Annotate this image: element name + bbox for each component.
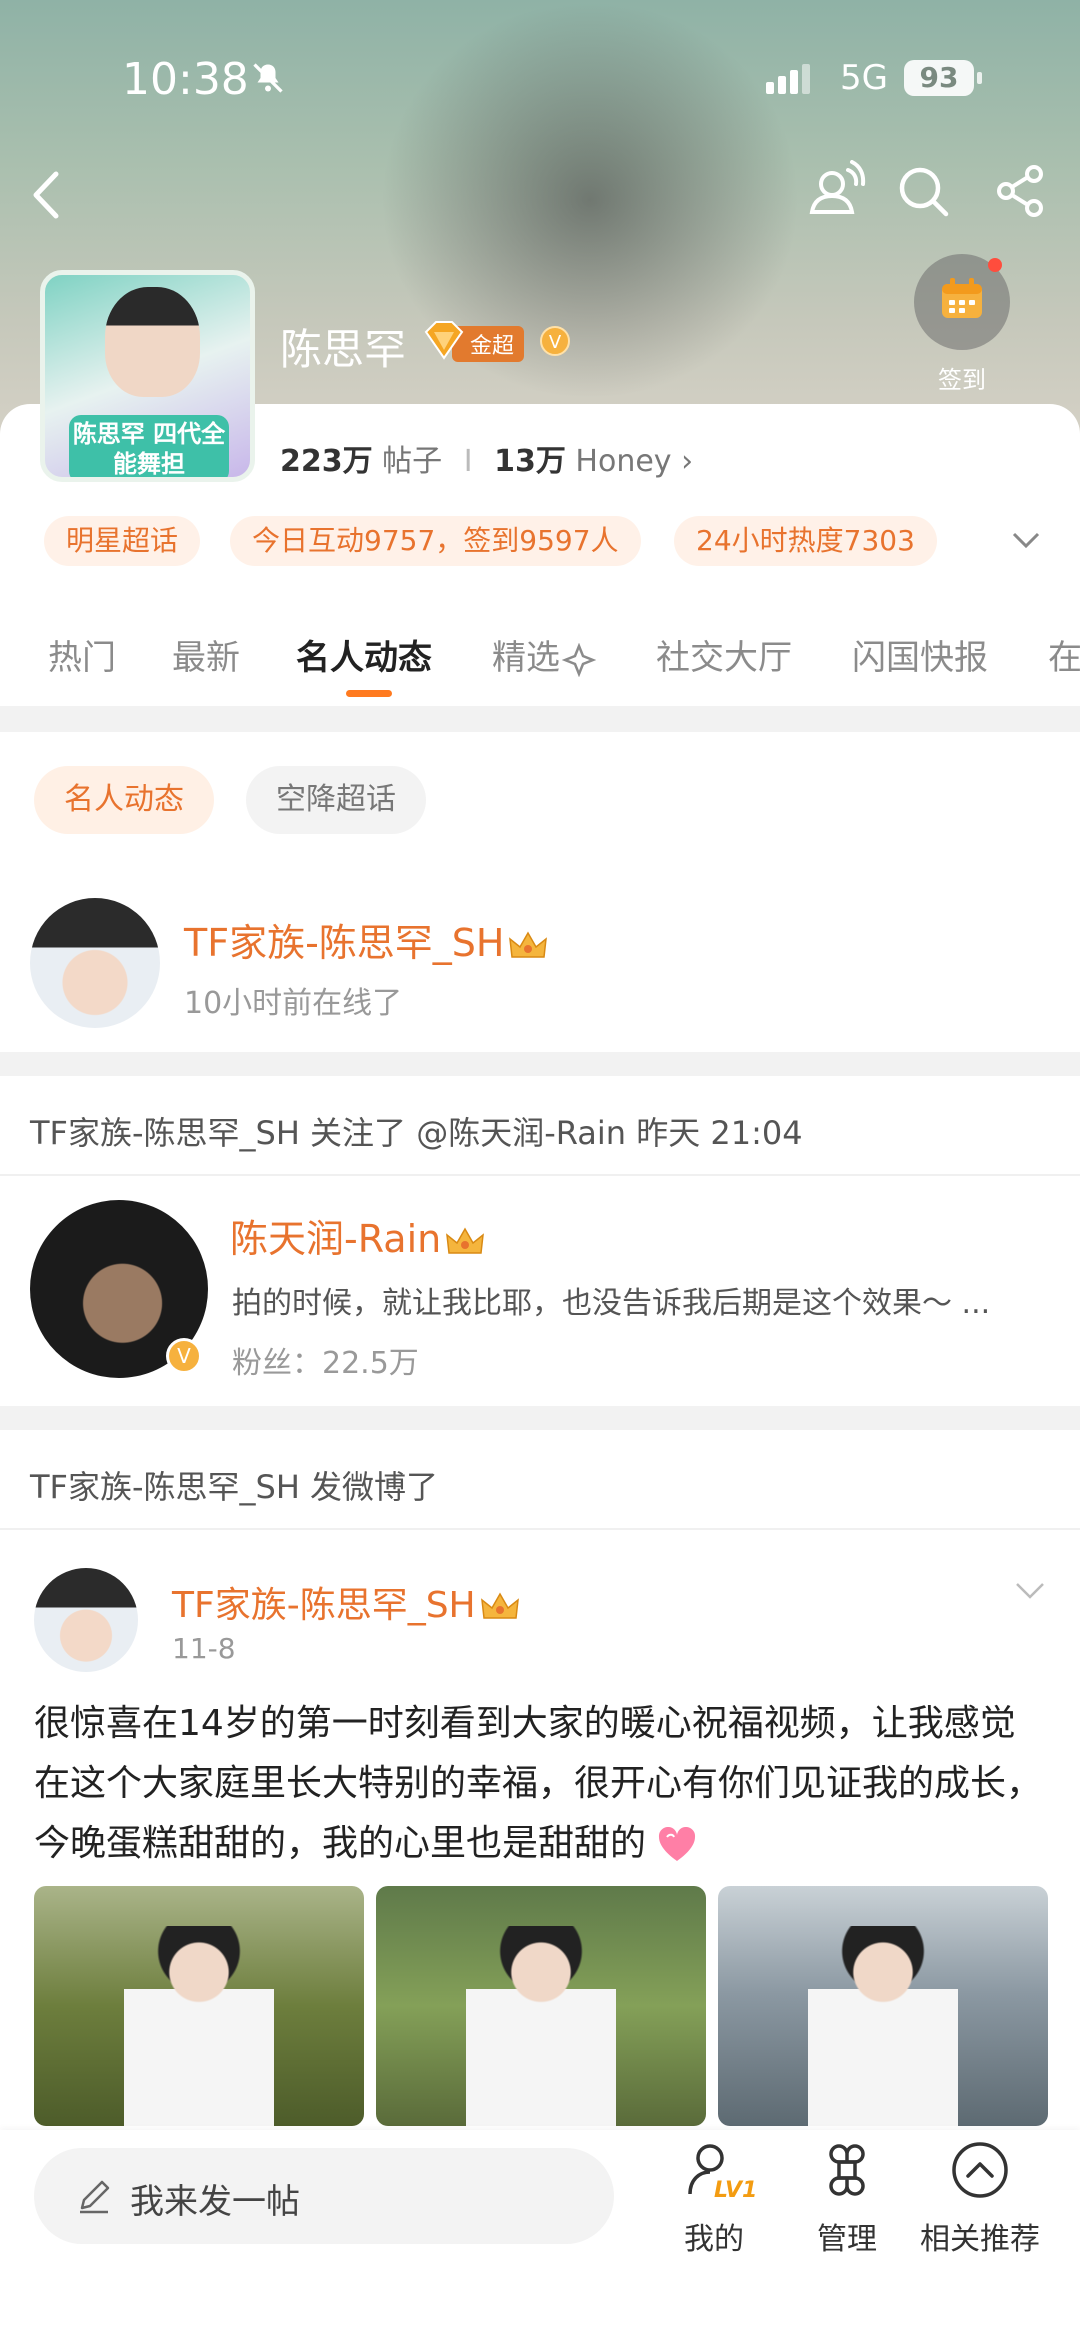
posts-label: 帖子 bbox=[382, 444, 443, 479]
status-bar: 10:38 5G 93 bbox=[0, 48, 1080, 108]
post-text: 很惊喜在14岁的第一时刻看到大家的暖心祝福视频，让我感觉在这个大家庭里长大特别的… bbox=[34, 1703, 1043, 1864]
followed-user-card[interactable]: V 陈天润-Rain 拍的时候，就让我比耶，也没告诉我后期是这个效果～ ... … bbox=[0, 1196, 1080, 1386]
tab-indicator bbox=[346, 690, 392, 697]
compose-placeholder: 我来发一帖 bbox=[130, 2182, 300, 2222]
photo-subject bbox=[466, 1926, 616, 2126]
divider bbox=[0, 1174, 1080, 1176]
followed-user-name[interactable]: 陈天润-Rain bbox=[230, 1208, 485, 1263]
bottom-bar: 我来发一帖 LV1 我的 管理 相关推荐 bbox=[0, 2130, 1080, 2347]
topic-avatar[interactable]: 陈思罕 四代全能舞担 bbox=[40, 270, 255, 482]
verified-icon: V bbox=[540, 326, 570, 356]
crown-icon bbox=[480, 1592, 519, 1619]
post-author-name[interactable]: TF家族-陈思罕_SH bbox=[172, 1576, 520, 1628]
notification-dot bbox=[988, 258, 1002, 272]
section-divider bbox=[0, 1406, 1080, 1430]
tab-flash-news[interactable]: 闪国快报 bbox=[852, 630, 988, 679]
divider bbox=[0, 1528, 1080, 1530]
tab-featured[interactable]: 精选 bbox=[492, 630, 597, 679]
avatar[interactable] bbox=[34, 1568, 138, 1672]
manage-icon bbox=[829, 2144, 865, 2196]
chip-star-topic[interactable]: 明星超话 bbox=[44, 516, 201, 566]
user-name-text: TF家族-陈思罕_SH bbox=[184, 921, 505, 965]
search-icon[interactable] bbox=[896, 164, 952, 220]
crown-icon bbox=[509, 930, 548, 958]
diamond-icon bbox=[424, 321, 464, 360]
signal-icon bbox=[766, 64, 810, 94]
topic-title: 陈思罕 bbox=[280, 325, 407, 374]
avatar-banner-text: 陈思罕 四代全能舞担 bbox=[69, 415, 229, 477]
crown-icon bbox=[446, 1226, 485, 1254]
chevron-down-icon[interactable] bbox=[1010, 528, 1042, 552]
honey-label: Honey bbox=[575, 444, 672, 479]
photo-subject bbox=[808, 1926, 958, 2126]
share-icon[interactable] bbox=[994, 164, 1048, 218]
online-user-row[interactable]: TF家族-陈思罕_SH 10小时前在线了 bbox=[0, 892, 1080, 1032]
post-author-row[interactable]: TF家族-陈思罕_SH 11-8 bbox=[0, 1566, 1080, 1676]
post-author-name-text: TF家族-陈思罕_SH bbox=[172, 1585, 476, 1626]
heart-icon bbox=[659, 1827, 696, 1861]
post-headline: TF家族-陈思罕_SH 发微博了 bbox=[30, 1468, 439, 1506]
followed-user-bio: 拍的时候，就让我比耶，也没告诉我后期是这个效果～ ... bbox=[232, 1286, 991, 1321]
avatar-portrait bbox=[105, 287, 200, 397]
top-nav bbox=[0, 160, 1080, 230]
follow-headline: TF家族-陈思罕_SH 关注了 @陈天润-Rain 昨天 21:04 bbox=[30, 1114, 803, 1152]
checkin-button[interactable] bbox=[914, 254, 1010, 350]
chevron-right-icon: › bbox=[681, 444, 694, 479]
followed-user-fans: 粉丝：22.5万 bbox=[232, 1346, 419, 1381]
level-badge: LV1 bbox=[714, 2178, 758, 2203]
section-divider bbox=[0, 706, 1080, 732]
tab-social-hall[interactable]: 社交大厅 bbox=[656, 630, 792, 679]
verified-icon: V bbox=[166, 1338, 202, 1374]
subtab-celebrity[interactable]: 名人动态 bbox=[34, 766, 214, 834]
section-divider bbox=[0, 1052, 1080, 1076]
post-body[interactable]: 很惊喜在14岁的第一时刻看到大家的暖心祝福视频，让我感觉在这个大家庭里长大特别的… bbox=[34, 1694, 1044, 1874]
tab-bar: 热门 最新 名人动态 精选 社交大厅 闪国快报 在 bbox=[0, 622, 1080, 702]
tier-badge[interactable]: 金超 bbox=[422, 320, 530, 362]
status-time: 10:38 bbox=[122, 54, 249, 105]
post-image-2[interactable] bbox=[376, 1886, 706, 2126]
chevron-down-icon[interactable] bbox=[1014, 1580, 1046, 1602]
nav-mine-label: 我的 bbox=[684, 2222, 744, 2257]
network-type: 5G bbox=[840, 58, 888, 98]
calendar-icon bbox=[942, 278, 982, 318]
nav-recommend-label: 相关推荐 bbox=[920, 2222, 1040, 2257]
tab-celebrity[interactable]: 名人动态 bbox=[296, 630, 432, 679]
bell-muted-icon bbox=[253, 63, 283, 93]
photo-subject bbox=[124, 1926, 274, 2126]
post-date: 11-8 bbox=[172, 1632, 236, 1665]
battery-indicator: 93 bbox=[904, 60, 982, 96]
tab-hot[interactable]: 热门 bbox=[48, 630, 116, 679]
people-icon[interactable] bbox=[806, 160, 866, 220]
online-status: 10小时前在线了 bbox=[184, 986, 403, 1021]
back-arrow-icon[interactable] bbox=[26, 170, 66, 220]
honey-count: 13万 bbox=[494, 444, 566, 479]
post-image-3[interactable] bbox=[718, 1886, 1048, 2126]
stats-divider: I bbox=[463, 444, 473, 479]
tab-latest[interactable]: 最新 bbox=[172, 630, 240, 679]
followed-user-name-text: 陈天润-Rain bbox=[230, 1217, 442, 1261]
topic-stats[interactable]: 223万 帖子 I 13万 Honey › bbox=[280, 436, 693, 480]
nav-manage-label: 管理 bbox=[817, 2222, 877, 2257]
chip-heat[interactable]: 24小时热度7303 bbox=[674, 516, 937, 566]
user-name[interactable]: TF家族-陈思罕_SH bbox=[184, 912, 548, 967]
tab-featured-label: 精选 bbox=[492, 638, 560, 678]
compose-input[interactable]: 我来发一帖 bbox=[34, 2148, 614, 2244]
sparkle-icon bbox=[561, 642, 597, 677]
checkin-label: 签到 bbox=[938, 366, 986, 394]
avatar[interactable] bbox=[30, 898, 160, 1028]
chip-daily-activity[interactable]: 今日互动9757，签到9597人 bbox=[230, 516, 641, 566]
tab-more[interactable]: 在 bbox=[1048, 630, 1080, 679]
post-image-1[interactable] bbox=[34, 1886, 364, 2126]
subtab-airdrop[interactable]: 空降超话 bbox=[246, 766, 426, 834]
chevron-up-circle-icon bbox=[952, 2142, 1008, 2198]
pencil-icon bbox=[80, 2180, 110, 2214]
posts-count: 223万 bbox=[280, 444, 373, 479]
